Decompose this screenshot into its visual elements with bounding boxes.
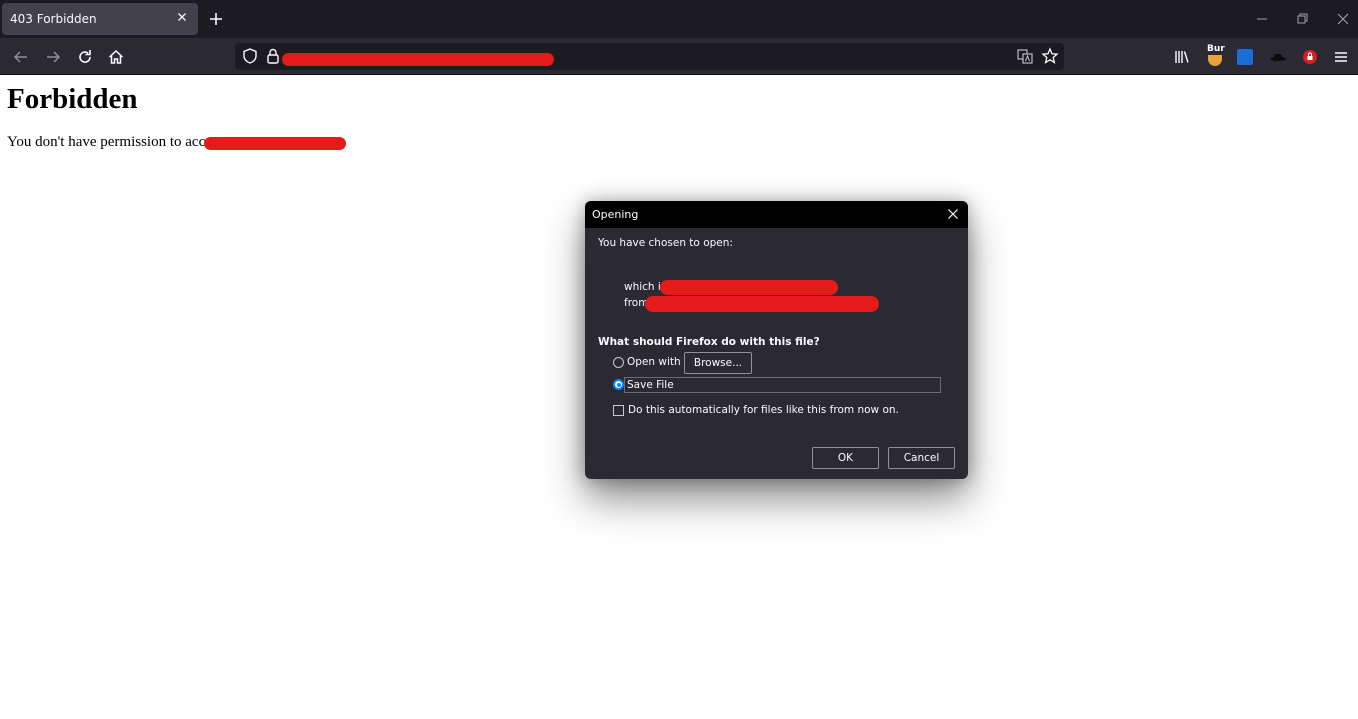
burp-face-icon <box>1208 55 1222 66</box>
chosen-to-open-text: You have chosen to open: <box>598 237 733 249</box>
url-bar[interactable] <box>235 43 1064 70</box>
shield-icon[interactable] <box>241 47 259 65</box>
tab-close-icon[interactable] <box>174 9 190 25</box>
forward-icon[interactable] <box>43 47 63 67</box>
privacy-badge-icon[interactable] <box>1300 47 1320 67</box>
browse-button[interactable]: Browse... <box>684 352 752 374</box>
menu-icon[interactable] <box>1331 47 1351 67</box>
open-with-radio[interactable] <box>613 357 624 368</box>
auto-action-label[interactable]: Do this automatically for files like thi… <box>628 404 899 416</box>
reload-icon[interactable] <box>75 47 95 67</box>
burp-extension-icon[interactable]: Bur <box>1205 44 1227 68</box>
incognito-hat-icon[interactable] <box>1268 47 1288 67</box>
auto-action-checkbox[interactable] <box>613 405 624 416</box>
save-file-label[interactable]: Save File <box>627 379 674 391</box>
redacted-url <box>282 53 554 66</box>
back-icon[interactable] <box>11 47 31 67</box>
dialog-titlebar: Opening <box>585 201 968 228</box>
navigation-toolbar: Bur <box>0 38 1358 75</box>
bookmark-star-icon[interactable] <box>1041 47 1059 65</box>
opening-dialog: Opening You have chosen to open: which i… <box>585 201 968 479</box>
redacted-path <box>204 137 346 150</box>
redacted-file-type <box>660 280 838 295</box>
burp-extension-label: Bur <box>1207 44 1225 54</box>
close-window-icon[interactable] <box>1334 10 1352 28</box>
page-heading: Forbidden <box>7 83 138 115</box>
translate-extension-icon[interactable] <box>1237 49 1253 65</box>
restore-icon[interactable] <box>1293 10 1311 28</box>
home-icon[interactable] <box>106 47 126 67</box>
dialog-close-icon[interactable] <box>946 207 960 221</box>
cancel-button[interactable]: Cancel <box>888 447 955 469</box>
library-icon[interactable] <box>1172 47 1192 67</box>
dialog-title: Opening <box>592 208 639 221</box>
tab-strip: 403 Forbidden <box>0 0 1358 38</box>
lock-icon[interactable] <box>265 47 281 65</box>
translate-icon[interactable] <box>1016 47 1034 65</box>
save-file-radio[interactable] <box>613 379 624 390</box>
open-with-label[interactable]: Open with <box>627 356 681 368</box>
tab-active[interactable]: 403 Forbidden <box>2 3 198 35</box>
tab-title: 403 Forbidden <box>10 12 97 26</box>
page-message: You don't have permission to acces <box>7 134 218 150</box>
action-question: What should Firefox do with this file? <box>598 336 820 348</box>
new-tab-icon[interactable] <box>207 10 225 28</box>
redacted-source <box>645 296 879 312</box>
ok-button[interactable]: OK <box>812 447 879 469</box>
minimize-icon[interactable] <box>1253 10 1271 28</box>
